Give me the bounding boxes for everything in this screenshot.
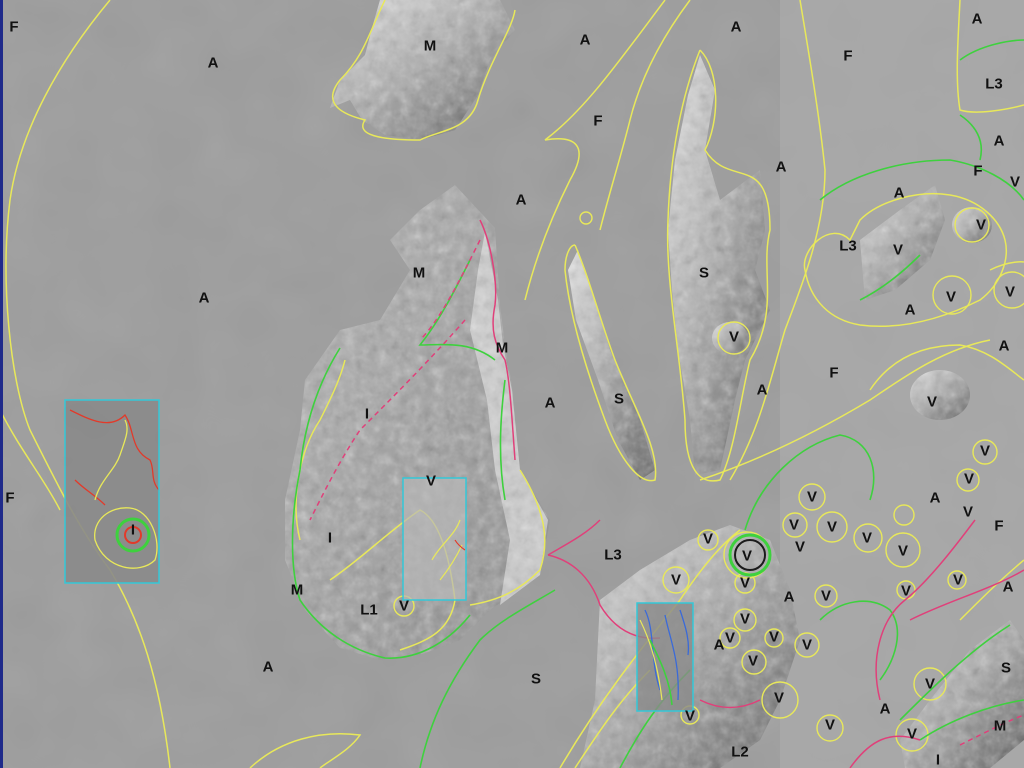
label-A: A (515, 191, 527, 209)
label-A: A (730, 18, 742, 36)
label-A: A (971, 10, 983, 28)
relief-cone-1 (910, 370, 970, 420)
label-S: S (613, 390, 625, 408)
label-F: F (829, 364, 839, 382)
inset-west (64, 399, 160, 584)
label-V: V (1009, 173, 1021, 191)
label-V: V (684, 707, 696, 725)
label-S: S (530, 670, 542, 688)
label-A: A (579, 31, 591, 49)
label-V: V (670, 571, 682, 589)
label-A: A (544, 394, 556, 412)
label-I: I (327, 529, 333, 547)
label-V: V (897, 542, 909, 560)
label-V: V (906, 725, 918, 743)
inset-southeast (636, 602, 694, 712)
map-canvas (0, 0, 1024, 768)
label-M: M (290, 581, 304, 599)
label-A: A (929, 489, 941, 507)
inset-central-fill (403, 478, 466, 600)
label-I: I (935, 751, 941, 768)
label-A: A (904, 301, 916, 319)
label-V: V (892, 241, 904, 259)
label-F: F (593, 112, 603, 130)
label-A: A (713, 636, 725, 654)
label-V: V (945, 288, 957, 306)
label-V: V (801, 636, 813, 654)
label-V: V (1004, 283, 1016, 301)
label-V: V (924, 675, 936, 693)
label-V: V (739, 610, 751, 628)
label-V: V (741, 547, 753, 565)
label-F: F (5, 489, 15, 507)
label-A: A (993, 132, 1005, 150)
label-S: S (698, 264, 710, 282)
label-V: V (824, 716, 836, 734)
inset-southeast-fill (637, 603, 693, 711)
label-A: A (262, 658, 274, 676)
label-L2: L2 (731, 743, 749, 761)
label-A: A (1002, 578, 1014, 596)
label-A: A (783, 588, 795, 606)
label-L3: L3 (604, 546, 622, 564)
label-V: V (728, 328, 740, 346)
label-L1: L1 (360, 601, 378, 619)
label-V: V (963, 470, 975, 488)
label-V: V (788, 516, 800, 534)
label-V: V (861, 529, 873, 547)
label-V: V (926, 393, 938, 411)
label-A: A (775, 158, 787, 176)
label-F: F (9, 18, 19, 36)
label-I: I (364, 405, 370, 423)
label-V: V (773, 689, 785, 707)
label-V: V (806, 488, 818, 506)
map-frame-left (0, 0, 3, 768)
label-V: V (747, 652, 759, 670)
label-L3: L3 (839, 237, 857, 255)
label-A: A (198, 289, 210, 307)
label-V: V (768, 628, 780, 646)
label-A: A (998, 337, 1010, 355)
label-A: A (756, 381, 768, 399)
label-V: V (739, 574, 751, 592)
label-F: F (843, 47, 853, 65)
label-A: A (879, 700, 891, 718)
inset-central (402, 477, 467, 601)
label-V: V (398, 597, 410, 615)
label-M: M (423, 37, 437, 55)
label-F: F (973, 162, 983, 180)
label-F: F (994, 517, 1004, 535)
label-V: V (979, 442, 991, 460)
label-V: V (702, 530, 714, 548)
label-A: A (893, 184, 905, 202)
label-V: V (826, 518, 838, 536)
label-A: A (207, 54, 219, 72)
label-S: S (1000, 659, 1012, 677)
label-V: V (962, 503, 974, 521)
label-V: V (952, 571, 964, 589)
label-M: M (993, 717, 1007, 735)
label-I: I (130, 521, 136, 539)
label-V: V (975, 216, 987, 234)
label-V: V (900, 582, 912, 600)
label-V: V (794, 538, 806, 556)
label-V: V (724, 629, 736, 647)
label-M: M (412, 264, 426, 282)
label-V: V (820, 587, 832, 605)
geologic-map: F A M A A F A L3 F A A F V A A V L3 V M … (0, 0, 1024, 768)
label-L3: L3 (985, 75, 1003, 93)
label-V: V (425, 472, 437, 490)
inset-west-fill (65, 400, 159, 583)
label-M: M (495, 339, 509, 357)
